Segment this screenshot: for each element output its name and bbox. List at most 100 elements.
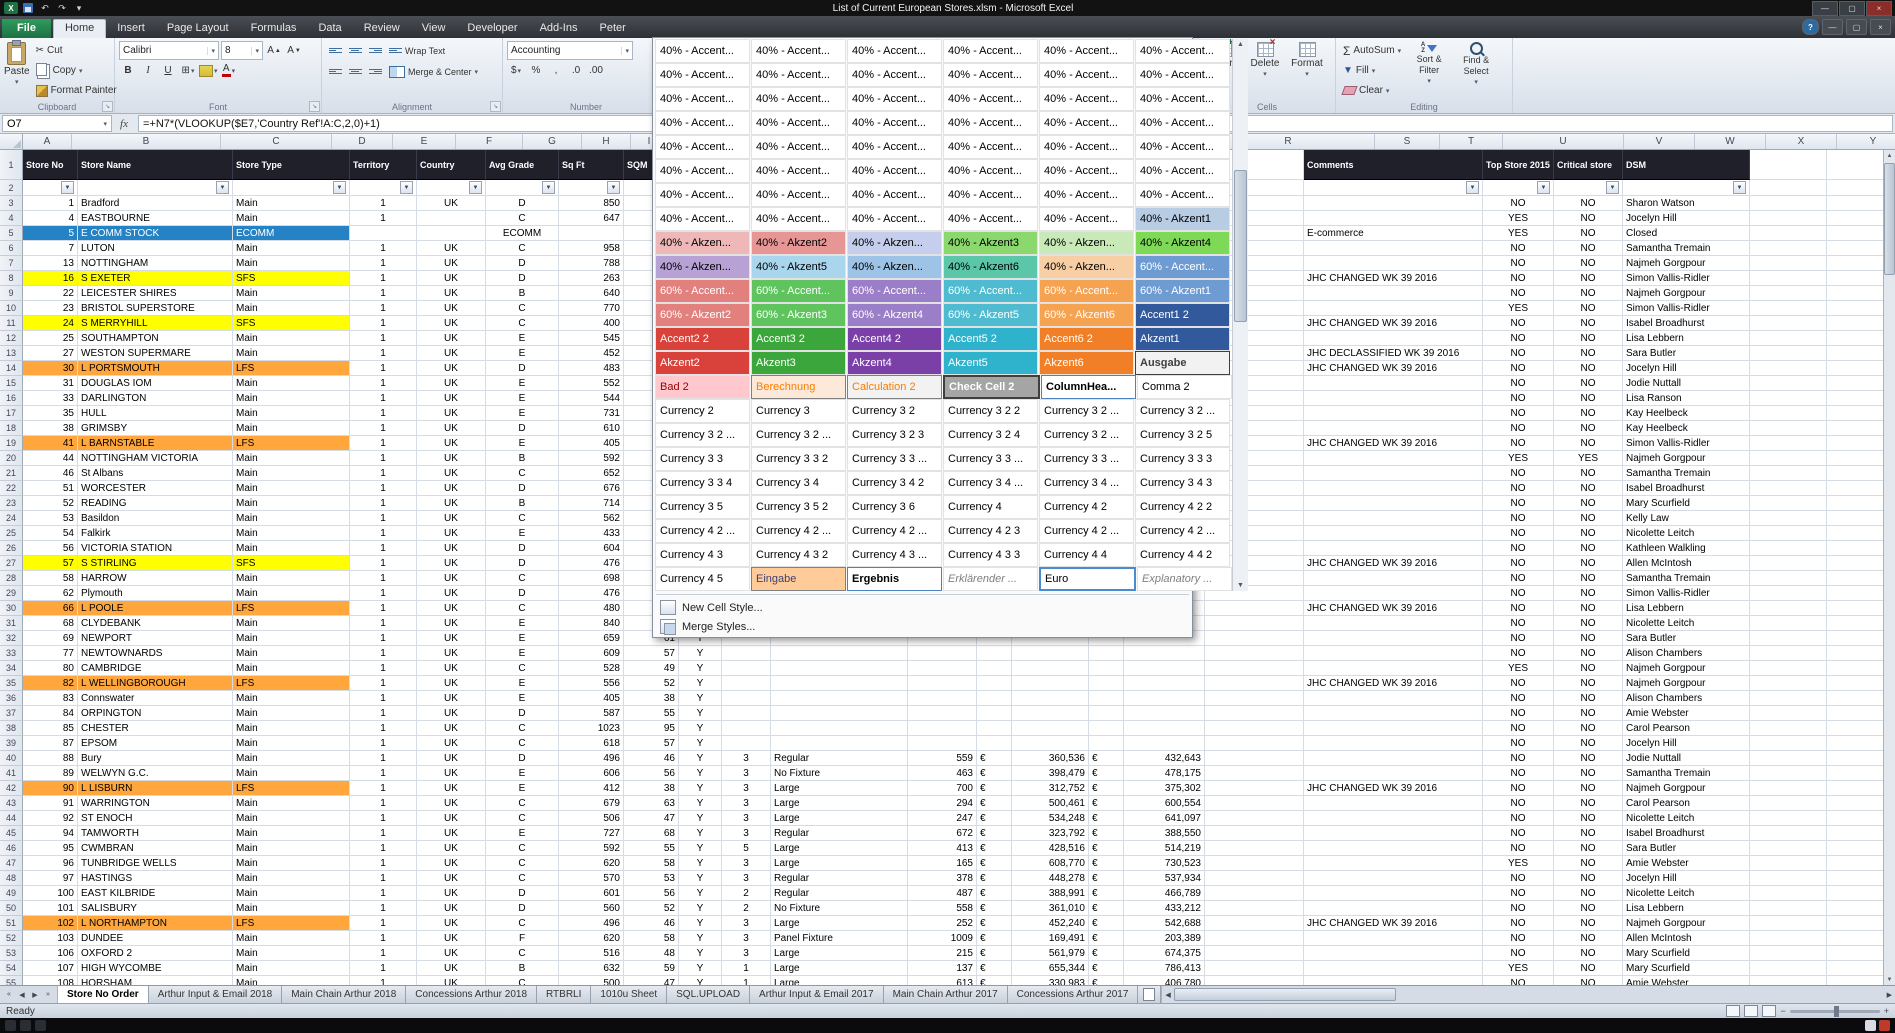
cell-L54[interactable]: 137 xyxy=(908,961,977,976)
taskbar-icon[interactable] xyxy=(5,1020,16,1031)
cell-R35[interactable]: JHC CHANGED WK 39 2016 xyxy=(1304,676,1483,691)
cell-M43[interactable]: € xyxy=(977,796,1012,811)
cell-O44[interactable]: € xyxy=(1089,811,1124,826)
taskbar-icon[interactable] xyxy=(35,1020,46,1031)
cell-L35[interactable] xyxy=(908,676,977,691)
cell-E38[interactable]: UK xyxy=(417,721,486,736)
cell-U17[interactable]: Kay Heelbeck xyxy=(1623,406,1750,421)
cell-W15[interactable] xyxy=(1827,376,1883,391)
row-number[interactable]: 55 xyxy=(0,976,23,985)
cell-C47[interactable]: Main xyxy=(233,856,350,871)
select-all-corner[interactable] xyxy=(0,134,23,149)
cell-style-item[interactable]: 40% - Akzen... xyxy=(655,231,750,255)
cell-V29[interactable] xyxy=(1750,586,1827,601)
cell-style-item[interactable]: 40% - Accent... xyxy=(847,63,942,87)
cell-R31[interactable] xyxy=(1304,616,1483,631)
cell-H49[interactable]: 56 xyxy=(624,886,679,901)
cell-R12[interactable] xyxy=(1304,331,1483,346)
cell-C54[interactable]: Main xyxy=(233,961,350,976)
cell-A12[interactable]: 25 xyxy=(23,331,78,346)
cell-W27[interactable] xyxy=(1827,556,1883,571)
cell-T35[interactable]: NO xyxy=(1554,676,1623,691)
cell-S26[interactable]: NO xyxy=(1483,541,1554,556)
cell-S37[interactable]: NO xyxy=(1483,706,1554,721)
ribbon-tab-view[interactable]: View xyxy=(411,19,457,38)
cell-style-item[interactable]: 40% - Akzen... xyxy=(847,255,942,279)
cell-Q30[interactable] xyxy=(1205,601,1304,616)
cell-B6[interactable]: LUTON xyxy=(78,241,233,256)
cell-O50[interactable]: € xyxy=(1089,901,1124,916)
cell-L41[interactable]: 463 xyxy=(908,766,977,781)
cell-B17[interactable]: HULL xyxy=(78,406,233,421)
cell-style-item[interactable]: 40% - Accent... xyxy=(943,63,1038,87)
cell-E12[interactable]: UK xyxy=(417,331,486,346)
cell-G32[interactable]: 659 xyxy=(559,631,624,646)
cell-R46[interactable] xyxy=(1304,841,1483,856)
cell-Q49[interactable] xyxy=(1205,886,1304,901)
cell-U25[interactable]: Nicolette Leitch xyxy=(1623,526,1750,541)
autosum-button[interactable]: Σ AutoSum ▾ xyxy=(1340,41,1404,60)
cell-J55[interactable]: 1 xyxy=(722,976,771,985)
cell-style-item[interactable]: Currency 4 2 3 xyxy=(943,519,1038,543)
cell-S53[interactable]: NO xyxy=(1483,946,1554,961)
cell-P39[interactable] xyxy=(1124,736,1205,751)
cell-style-item[interactable]: Currency 4 4 2 xyxy=(1135,543,1230,567)
cell-E55[interactable]: UK xyxy=(417,976,486,985)
fill-color-button[interactable]: ▾ xyxy=(199,62,218,79)
cell-E27[interactable]: UK xyxy=(417,556,486,571)
cell-P38[interactable] xyxy=(1124,721,1205,736)
cell-E24[interactable]: UK xyxy=(417,511,486,526)
page-break-view-icon[interactable] xyxy=(1762,1005,1777,1017)
cell-C39[interactable]: Main xyxy=(233,736,350,751)
cell-K46[interactable]: Large xyxy=(771,841,908,856)
cell-C20[interactable]: Main xyxy=(233,451,350,466)
cell-B23[interactable]: READING xyxy=(78,496,233,511)
cell-O42[interactable]: € xyxy=(1089,781,1124,796)
cell-O43[interactable]: € xyxy=(1089,796,1124,811)
cell-S46[interactable]: NO xyxy=(1483,841,1554,856)
row-number[interactable]: 6 xyxy=(0,241,23,256)
cell-style-item[interactable]: Akzent4 xyxy=(847,351,942,375)
cell-style-item[interactable]: Explanatory ... xyxy=(1137,567,1232,591)
cell-V22[interactable] xyxy=(1750,481,1827,496)
cell-style-item[interactable]: Currency 4 3 3 xyxy=(943,543,1038,567)
cell-T7[interactable]: NO xyxy=(1554,256,1623,271)
cell-style-item[interactable]: 40% - Accent... xyxy=(1039,39,1134,63)
cell-S31[interactable]: NO xyxy=(1483,616,1554,631)
cell-A15[interactable]: 31 xyxy=(23,376,78,391)
align-right-button[interactable] xyxy=(366,63,384,80)
cell-C18[interactable]: Main xyxy=(233,421,350,436)
cell-F35[interactable]: E xyxy=(486,676,559,691)
cell-style-item[interactable]: 40% - Accent... xyxy=(943,39,1038,63)
cell-A31[interactable]: 68 xyxy=(23,616,78,631)
cell-W31[interactable] xyxy=(1827,616,1883,631)
cell-H55[interactable]: 47 xyxy=(624,976,679,985)
cell-I46[interactable]: Y xyxy=(679,841,722,856)
cell-C34[interactable]: Main xyxy=(233,661,350,676)
alignment-dialog-launcher[interactable]: ↘ xyxy=(490,101,501,112)
cell-I42[interactable]: Y xyxy=(679,781,722,796)
cell-H45[interactable]: 68 xyxy=(624,826,679,841)
cell-A20[interactable]: 44 xyxy=(23,451,78,466)
cell-G53[interactable]: 516 xyxy=(559,946,624,961)
cell-J54[interactable]: 1 xyxy=(722,961,771,976)
tray-icon[interactable] xyxy=(1865,1020,1876,1031)
cell-W47[interactable] xyxy=(1827,856,1883,871)
cell-R18[interactable] xyxy=(1304,421,1483,436)
cell-D30[interactable]: 1 xyxy=(350,601,417,616)
cell-C26[interactable]: Main xyxy=(233,541,350,556)
cell-U3[interactable]: Sharon Watson xyxy=(1623,196,1750,211)
zoom-in-button[interactable]: + xyxy=(1884,1006,1889,1016)
cell-I44[interactable]: Y xyxy=(679,811,722,826)
row-number[interactable]: 11 xyxy=(0,316,23,331)
cell-style-item[interactable]: Currency 4 xyxy=(943,495,1038,519)
cell-T13[interactable]: NO xyxy=(1554,346,1623,361)
cell-U24[interactable]: Kelly Law xyxy=(1623,511,1750,526)
cell-style-item[interactable]: 40% - Accent... xyxy=(847,159,942,183)
cell-V32[interactable] xyxy=(1750,631,1827,646)
cell-V43[interactable] xyxy=(1750,796,1827,811)
cell-D25[interactable]: 1 xyxy=(350,526,417,541)
cell-C16[interactable]: Main xyxy=(233,391,350,406)
cell-style-item[interactable]: 40% - Accent... xyxy=(655,135,750,159)
cell-U22[interactable]: Isabel Broadhurst xyxy=(1623,481,1750,496)
